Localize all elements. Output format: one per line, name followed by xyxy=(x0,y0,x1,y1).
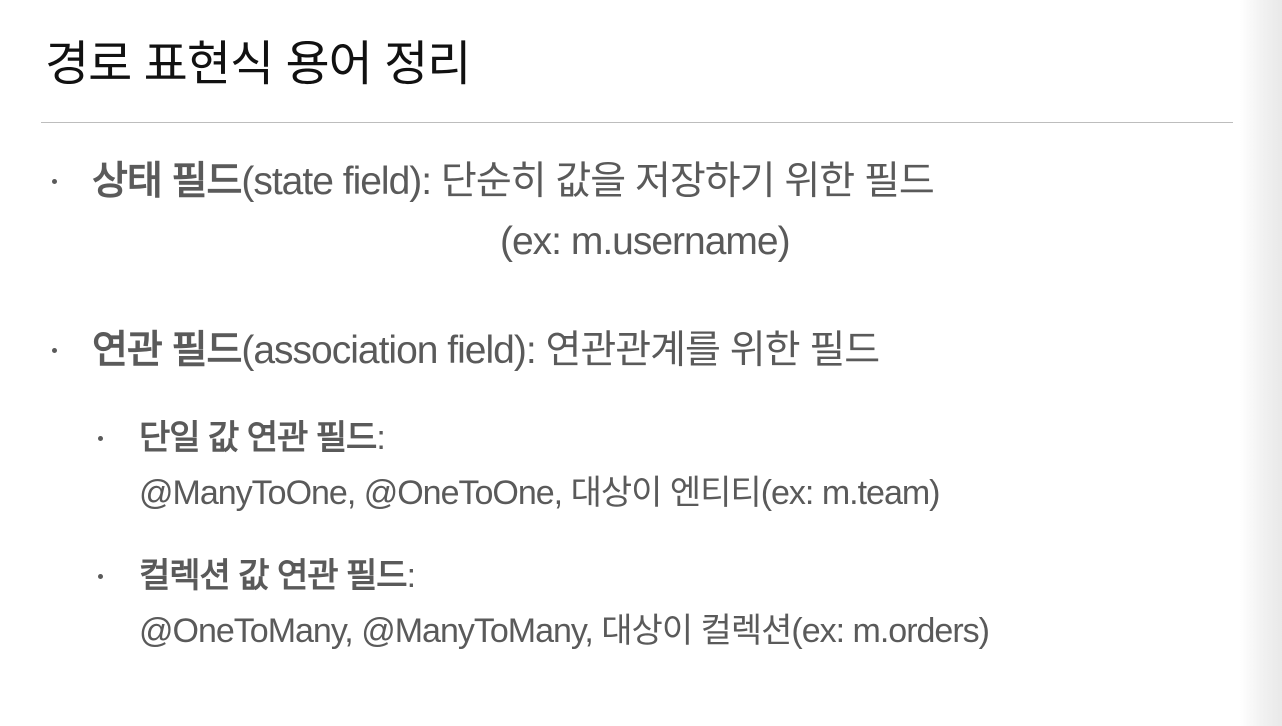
bullet-dot xyxy=(98,574,103,579)
state-field-description: : 단순히 값을 저장하기 위한 필드 xyxy=(421,160,934,203)
slide-title: 경로 표현식 용어 정리 xyxy=(45,38,471,91)
bullet-state-field: 상태 필드(state field): 단순히 값을 저장하기 위한 필드 xyxy=(52,153,935,211)
title-divider xyxy=(41,122,1233,123)
bullet-association-field: 연관 필드(association field): 연관관계를 위한 필드 xyxy=(52,322,880,380)
collection-valued-term: 컬렉션 값 연관 필드 xyxy=(139,557,408,595)
state-field-example-line: (ex: m.username) xyxy=(500,213,791,271)
single-valued-colon: : xyxy=(376,419,386,457)
bullet-dot xyxy=(52,179,57,184)
state-field-term: 상태 필드 xyxy=(92,160,242,203)
single-valued-term: 단일 값 연관 필드 xyxy=(139,419,377,457)
bullet-dot xyxy=(52,348,57,353)
association-field-english: (association field) xyxy=(241,329,526,372)
collection-valued-colon: : xyxy=(406,557,417,595)
collection-valued-description: @OneToMany, @ManyToMany, 대상이 컬렉션(ex: m.o… xyxy=(139,612,990,650)
sub-bullet-collection-valued: 컬렉션 값 연관 필드: @OneToMany, @ManyToMany, 대상… xyxy=(98,549,990,659)
right-edge-shadow xyxy=(1240,0,1282,726)
state-field-english: (state field) xyxy=(241,160,422,203)
bullet-dot xyxy=(98,436,103,441)
single-valued-description: @ManyToOne, @OneToOne, 대상이 엔티티(ex: m.tea… xyxy=(139,474,940,512)
association-field-description: : 연관관계를 위한 필드 xyxy=(525,329,880,372)
state-field-example: (ex: m.username) xyxy=(500,220,791,263)
association-field-term: 연관 필드 xyxy=(92,329,242,372)
sub-bullet-single-valued: 단일 값 연관 필드: @ManyToOne, @OneToOne, 대상이 엔… xyxy=(98,411,940,521)
